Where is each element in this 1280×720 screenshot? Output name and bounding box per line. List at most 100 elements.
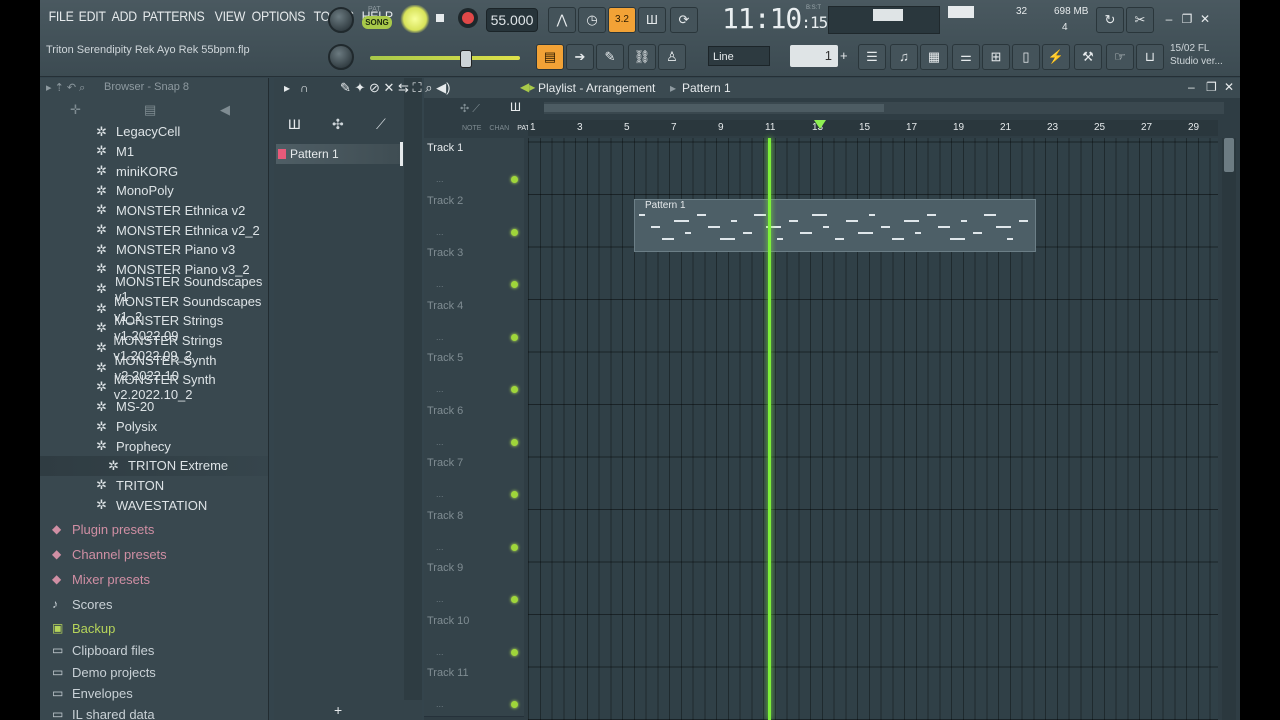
- slider-handle[interactable]: [460, 50, 472, 68]
- master-volume-slider[interactable]: [370, 56, 520, 60]
- browser-category[interactable]: ♪ Scores: [52, 593, 112, 615]
- restore-icon[interactable]: ❐: [1178, 10, 1196, 28]
- track-mute-led[interactable]: [511, 596, 518, 603]
- playlist-play-icon[interactable]: ◀▸: [520, 80, 535, 94]
- piano-roll-icon[interactable]: ♫: [890, 44, 918, 70]
- horizontal-scrollbar[interactable]: [544, 102, 1224, 114]
- menu-edit[interactable]: EDIT: [76, 8, 108, 30]
- file-icon[interactable]: ▯: [1012, 44, 1040, 70]
- browser-speaker-icon[interactable]: ◀: [220, 102, 230, 118]
- browser-file-icon[interactable]: ▤: [144, 102, 156, 118]
- track-menu-icon[interactable]: ...: [436, 699, 444, 709]
- track-menu-icon[interactable]: ...: [436, 279, 444, 289]
- browser-item[interactable]: ✲ MONSTER Ethnica v2: [40, 201, 268, 221]
- browser-item[interactable]: ✲ MS-20: [40, 397, 268, 417]
- breadcrumb-arrangement[interactable]: Playlist - Arrangement: [538, 81, 655, 95]
- track-header[interactable]: Track 10...: [424, 610, 524, 664]
- browser-category[interactable]: ▣ Backup: [52, 617, 115, 639]
- browser-item[interactable]: ✲ MONSTER Piano v3: [40, 240, 268, 260]
- magnet-icon[interactable]: ∩: [300, 81, 309, 95]
- snap-select[interactable]: Line: [708, 46, 770, 66]
- tool-icons[interactable]: ✎ ✦ ⊘ ✕ ⇆ ⛶ ⌕ ◀): [340, 80, 450, 96]
- track-mute-led[interactable]: [511, 438, 518, 446]
- playlist-icon[interactable]: ▤: [536, 44, 564, 70]
- pattern-scrollbar[interactable]: [404, 78, 422, 700]
- menu-patterns[interactable]: PATTERNS: [140, 8, 207, 30]
- piano-icon[interactable]: Ш: [288, 116, 301, 132]
- track-menu-icon[interactable]: ...: [436, 384, 444, 394]
- playlist-restore-icon[interactable]: ❐: [1206, 80, 1217, 94]
- browser-category[interactable]: ◆ Channel presets: [52, 543, 167, 565]
- track-header[interactable]: Track 11...: [424, 663, 524, 717]
- track-mute-led[interactable]: [511, 176, 518, 183]
- link-icon[interactable]: ⛓: [628, 44, 656, 70]
- track-menu-icon[interactable]: ...: [436, 542, 444, 552]
- menu-options[interactable]: OPTIONS: [249, 8, 308, 30]
- hierarchy-icon[interactable]: ⊞: [982, 44, 1010, 70]
- refresh-icon[interactable]: ↻: [1096, 7, 1124, 33]
- cut-icon[interactable]: ✂: [1126, 7, 1154, 33]
- track-mute-led[interactable]: [511, 281, 518, 288]
- track-mute-led[interactable]: [511, 333, 518, 341]
- play-button[interactable]: [400, 5, 430, 33]
- track-menu-icon[interactable]: ...: [436, 489, 444, 499]
- timeline-ruler[interactable]: 1 3 5 7 9 11 13 15 17 19 21 23 25 27 29: [528, 120, 1218, 136]
- track-menu-icon[interactable]: ...: [436, 227, 444, 237]
- track-menu-icon[interactable]: ...: [436, 437, 444, 447]
- track-header[interactable]: Track 5...: [424, 348, 524, 402]
- pat-song-toggle[interactable]: PAT SONG: [362, 6, 394, 32]
- track-mute-led[interactable]: [511, 386, 518, 393]
- track-menu-icon[interactable]: ...: [436, 332, 444, 342]
- browser-category[interactable]: ▭ IL shared data: [52, 703, 155, 720]
- plug-icon[interactable]: ⚡: [1042, 44, 1070, 70]
- pattern-clip[interactable]: Pattern 1: [634, 199, 1036, 252]
- pencil-icon[interactable]: ✎: [596, 44, 624, 70]
- playlist-close-icon[interactable]: ✕: [1224, 80, 1234, 94]
- playlist-minimize-icon[interactable]: –: [1188, 80, 1195, 94]
- breadcrumb-pattern[interactable]: Pattern 1: [682, 81, 731, 95]
- browser-item[interactable]: ✲ MONSTER Synth v2.2022.10_2: [40, 372, 268, 402]
- browser-category[interactable]: ◆ Mixer presets: [52, 568, 150, 590]
- track-header[interactable]: Track 1...: [424, 138, 524, 192]
- track-mute-led[interactable]: [511, 491, 518, 498]
- vertical-scroll-thumb[interactable]: [1224, 138, 1234, 172]
- track-mute-led[interactable]: [511, 228, 518, 236]
- horizontal-scroll-thumb[interactable]: [544, 104, 884, 112]
- browser-category[interactable]: ▭ Clipboard files: [52, 639, 154, 661]
- loop-record-icon[interactable]: ⟳: [670, 7, 698, 33]
- track-mute-led[interactable]: [511, 701, 518, 708]
- browser-nav-icons[interactable]: ▸ ⇡ ↶ ⌕: [46, 81, 85, 95]
- track-header[interactable]: Track 4...: [424, 295, 524, 349]
- browser-item[interactable]: ✲ TRITON: [40, 476, 268, 496]
- pattern-scroll-thumb[interactable]: [400, 142, 403, 166]
- automation-icon[interactable]: ✣: [332, 116, 344, 133]
- browser-category[interactable]: ▭ Demo projects: [52, 661, 156, 683]
- track-header[interactable]: Track 7...: [424, 453, 524, 507]
- tempo-display[interactable]: 55.000: [486, 8, 538, 32]
- pattern-item[interactable]: Pattern 1: [276, 144, 400, 164]
- master-volume-knob[interactable]: [328, 7, 354, 33]
- stop-button[interactable]: [432, 10, 448, 26]
- wait-input-icon[interactable]: ◷: [578, 7, 606, 33]
- wand-icon[interactable]: ⚒: [1074, 44, 1102, 70]
- track-header[interactable]: Track 8...: [424, 505, 524, 559]
- mixer-icon[interactable]: ☰: [858, 44, 886, 70]
- browser-item[interactable]: ✲ MONSTER Ethnica v2_2: [40, 220, 268, 240]
- channel-rack-icon[interactable]: ▦: [920, 44, 948, 70]
- close-icon[interactable]: ✕: [1196, 10, 1214, 28]
- metronome-icon[interactable]: ⋀: [548, 7, 576, 33]
- mixer-faders-icon[interactable]: ⚌: [952, 44, 980, 70]
- step-input[interactable]: 1: [790, 45, 838, 67]
- browser-item[interactable]: ✲ MonoPoly: [40, 181, 268, 201]
- record-button[interactable]: [458, 8, 478, 28]
- track-header[interactable]: Track 3...: [424, 243, 524, 297]
- browser-item[interactable]: ✲ LegacyCell: [40, 122, 268, 142]
- browser-item[interactable]: ✲ M1: [40, 142, 268, 162]
- track-header[interactable]: Track 9...: [424, 558, 524, 612]
- plus-icon[interactable]: +: [840, 48, 848, 63]
- curve-icon[interactable]: ⟋: [376, 116, 386, 133]
- pattern-step-button[interactable]: 3.2: [608, 7, 636, 33]
- hand-icon[interactable]: ☞: [1106, 44, 1134, 70]
- browser-item[interactable]: ✲ WAVESTATION: [40, 495, 268, 515]
- track-menu-icon[interactable]: ...: [436, 647, 444, 657]
